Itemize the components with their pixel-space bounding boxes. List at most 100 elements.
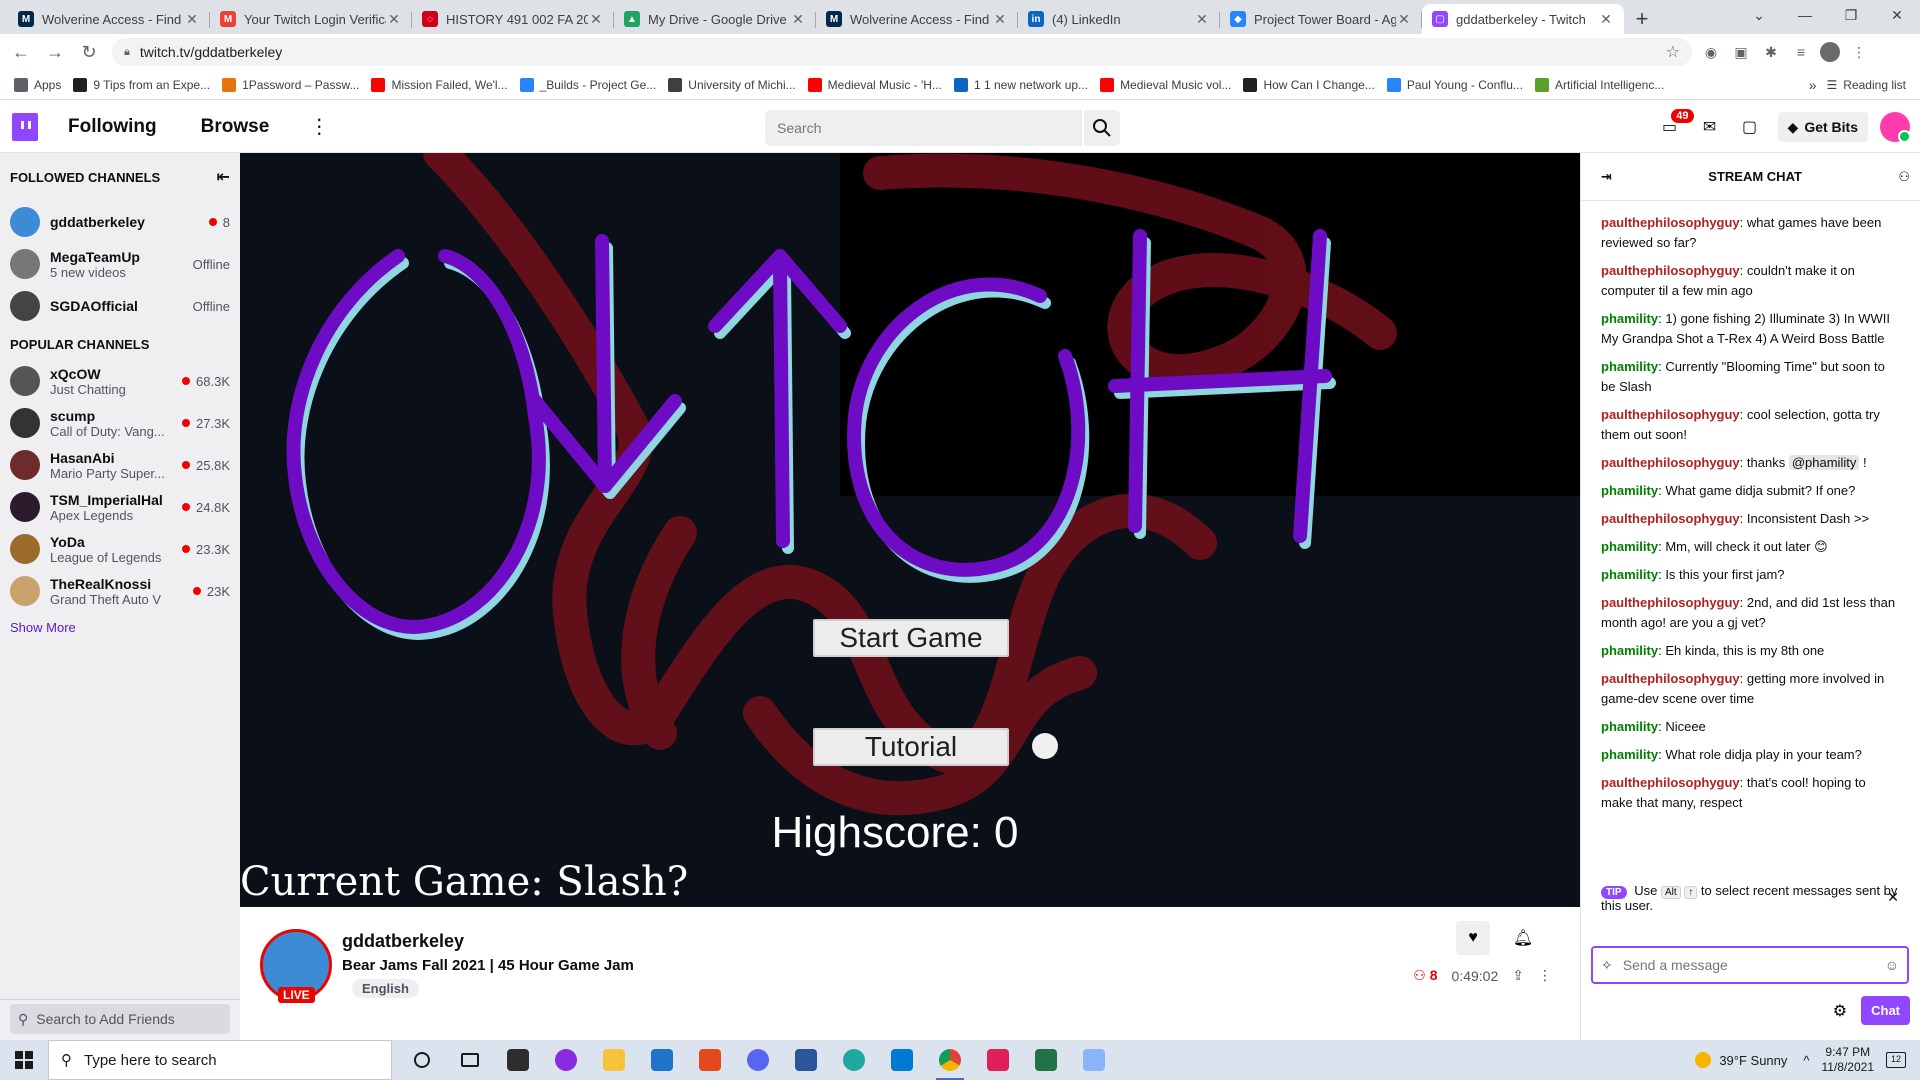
start-game-button[interactable]: Start Game bbox=[813, 619, 1009, 657]
sidebar-channel-item[interactable]: xQcOW Just Chatting 68.3K bbox=[0, 360, 240, 402]
clock[interactable]: 9:47 PM 11/8/2021 bbox=[1822, 1045, 1875, 1075]
sidebar-channel-item[interactable]: TheRealKnossi Grand Theft Auto V 23K bbox=[0, 570, 240, 612]
show-more-link[interactable]: Show More bbox=[0, 612, 240, 643]
tab-close-icon[interactable]: ✕ bbox=[1396, 11, 1412, 28]
edge-icon[interactable] bbox=[830, 1040, 878, 1080]
menu-kebab-icon[interactable]: ⋮ bbox=[1848, 41, 1870, 63]
whispers-button[interactable]: ✉ bbox=[1692, 109, 1728, 145]
bookmark-item[interactable]: Medieval Music - 'H... bbox=[807, 77, 942, 92]
chat-username[interactable]: paulthephilosophyguy bbox=[1601, 595, 1740, 610]
reload-button[interactable]: ↻ bbox=[76, 39, 102, 65]
tab-close-icon[interactable]: ✕ bbox=[184, 11, 200, 28]
discord-icon[interactable] bbox=[734, 1040, 782, 1080]
notifications-button[interactable]: ▭ 49 bbox=[1652, 109, 1694, 145]
tutorial-button[interactable]: Tutorial bbox=[813, 728, 1009, 766]
chat-username[interactable]: phamility bbox=[1601, 643, 1658, 658]
bookmark-item[interactable]: Mission Failed, We'l... bbox=[371, 77, 508, 92]
maximize-button[interactable]: ❐ bbox=[1828, 0, 1874, 30]
chat-username[interactable]: paulthephilosophyguy bbox=[1601, 407, 1740, 422]
browser-tab[interactable]: in (4) LinkedIn ✕ bbox=[1018, 4, 1220, 34]
task-view-icon[interactable] bbox=[446, 1040, 494, 1080]
store-icon[interactable] bbox=[494, 1040, 542, 1080]
chat-username[interactable]: phamility bbox=[1601, 359, 1658, 374]
mail-icon[interactable] bbox=[638, 1040, 686, 1080]
bookmark-item[interactable]: 9 Tips from an Expe... bbox=[73, 77, 210, 92]
file-explorer-icon[interactable] bbox=[590, 1040, 638, 1080]
bookmark-item[interactable]: Medieval Music vol... bbox=[1100, 77, 1231, 92]
user-avatar[interactable] bbox=[1880, 112, 1911, 143]
bookmark-item[interactable]: Artificial Intelligenc... bbox=[1534, 77, 1664, 92]
tab-close-icon[interactable]: ✕ bbox=[386, 11, 402, 28]
chat-bubble-button[interactable]: ▢ bbox=[1732, 109, 1768, 145]
tab-close-icon[interactable]: ✕ bbox=[1194, 11, 1210, 28]
bookmark-star-icon[interactable]: ☆ bbox=[1666, 42, 1680, 62]
bookmarks-overflow-icon[interactable]: » bbox=[1809, 77, 1817, 93]
chat-username[interactable]: paulthephilosophyguy bbox=[1601, 511, 1740, 526]
sidebar-channel-item[interactable]: YoDa League of Legends 23.3K bbox=[0, 528, 240, 570]
sidebar-channel-item[interactable]: scump Call of Duty: Vang... 27.3K bbox=[0, 402, 240, 444]
community-icon[interactable]: ⚇ bbox=[1898, 169, 1910, 185]
search-button[interactable] bbox=[1084, 110, 1120, 146]
emote-picker-icon[interactable]: ☺ bbox=[1885, 957, 1899, 973]
chat-username[interactable]: phamility bbox=[1601, 567, 1658, 582]
nav-following[interactable]: Following bbox=[68, 116, 157, 138]
search-friends-field[interactable]: ⚲ Search to Add Friends bbox=[10, 1004, 230, 1034]
address-bar[interactable]: 🔒︎ twitch.tv/gddatberkeley ☆ bbox=[112, 38, 1692, 66]
word-icon[interactable] bbox=[782, 1040, 830, 1080]
tab-close-icon[interactable]: ✕ bbox=[790, 11, 806, 28]
sidebar-channel-item[interactable]: TSM_ImperialHal Apex Legends 24.8K bbox=[0, 486, 240, 528]
bookmark-item[interactable]: Apps bbox=[14, 77, 61, 92]
slack-icon[interactable] bbox=[974, 1040, 1022, 1080]
channel-name[interactable]: gddatberkeley bbox=[342, 931, 464, 952]
puzzle-icon[interactable]: ✱ bbox=[1760, 41, 1782, 63]
browser-tab[interactable]: M Wolverine Access - Find & ✕ bbox=[8, 4, 210, 34]
chat-send-button[interactable]: Chat bbox=[1861, 996, 1910, 1025]
language-tag[interactable]: English bbox=[352, 979, 419, 998]
chat-username[interactable]: paulthephilosophyguy bbox=[1601, 671, 1740, 686]
chat-username[interactable]: paulthephilosophyguy bbox=[1601, 775, 1740, 790]
close-window-button[interactable]: ✕ bbox=[1874, 0, 1920, 30]
chat-username[interactable]: phamility bbox=[1601, 719, 1658, 734]
more-menu-icon[interactable]: ⋮ bbox=[309, 114, 329, 139]
new-tab-button[interactable]: + bbox=[1628, 4, 1656, 34]
twitch-logo-icon[interactable] bbox=[12, 112, 38, 141]
excel-icon[interactable] bbox=[1022, 1040, 1070, 1080]
vscode-icon[interactable] bbox=[878, 1040, 926, 1080]
media-control-icon[interactable]: ≡ bbox=[1790, 41, 1812, 63]
tab-close-icon[interactable]: ✕ bbox=[588, 11, 604, 28]
chat-username[interactable]: phamility bbox=[1601, 747, 1658, 762]
bookmark-item[interactable]: University of Michi... bbox=[668, 77, 796, 92]
minimize-button[interactable]: — bbox=[1782, 0, 1828, 30]
collapse-chat-icon[interactable]: ⇥ bbox=[1601, 169, 1612, 185]
tab-search-icon[interactable]: ⌄ bbox=[1736, 0, 1782, 30]
back-button[interactable]: ← bbox=[8, 39, 34, 65]
notifications-bell-button[interactable]: 🔔︎ bbox=[1506, 921, 1540, 955]
collapse-sidebar-icon[interactable]: ⇤ bbox=[217, 167, 230, 187]
bookmark-item[interactable]: Paul Young - Conflu... bbox=[1386, 77, 1523, 92]
paint-icon[interactable] bbox=[1070, 1040, 1118, 1080]
chat-username[interactable]: phamility bbox=[1601, 483, 1658, 498]
profile-avatar[interactable] bbox=[1820, 42, 1840, 62]
get-bits-button[interactable]: ◆ Get Bits bbox=[1777, 112, 1868, 142]
close-tip-icon[interactable]: ✕ bbox=[1887, 889, 1899, 906]
sidebar-channel-item[interactable]: SGDAOfficial Offline bbox=[0, 285, 240, 327]
browser-tab[interactable]: ◆ Project Tower Board - Agil ✕ bbox=[1220, 4, 1422, 34]
sidebar-channel-item[interactable]: HasanAbi Mario Party Super... 25.8K bbox=[0, 444, 240, 486]
more-options-icon[interactable]: ⋮ bbox=[1538, 967, 1552, 984]
chrome-icon[interactable] bbox=[926, 1040, 974, 1080]
tab-close-icon[interactable]: ✕ bbox=[992, 11, 1008, 28]
tray-chevron-icon[interactable]: ^ bbox=[1803, 1053, 1809, 1068]
search-input[interactable] bbox=[765, 110, 1083, 146]
office-icon[interactable] bbox=[686, 1040, 734, 1080]
browser-tab[interactable]: ▢ gddatberkeley - Twitch ✕ bbox=[1422, 4, 1624, 34]
taskbar-search[interactable]: ⚲ Type here to search bbox=[48, 1040, 392, 1080]
sidebar-channel-item[interactable]: gddatberkeley 8 bbox=[0, 201, 240, 243]
chat-input-box[interactable]: ✧ ☺ bbox=[1591, 946, 1909, 984]
bookmark-item[interactable]: How Can I Change... bbox=[1243, 77, 1375, 92]
bookmark-item[interactable]: _Builds - Project Ge... bbox=[519, 77, 656, 92]
chat-username[interactable]: paulthephilosophyguy bbox=[1601, 455, 1740, 470]
start-button[interactable] bbox=[0, 1040, 48, 1080]
chat-username[interactable]: paulthephilosophyguy bbox=[1601, 263, 1740, 278]
browser-tab[interactable]: ◌ HISTORY 491 002 FA 2021✕ bbox=[412, 4, 614, 34]
reading-list-button[interactable]: ☰ Reading list bbox=[1827, 78, 1906, 92]
